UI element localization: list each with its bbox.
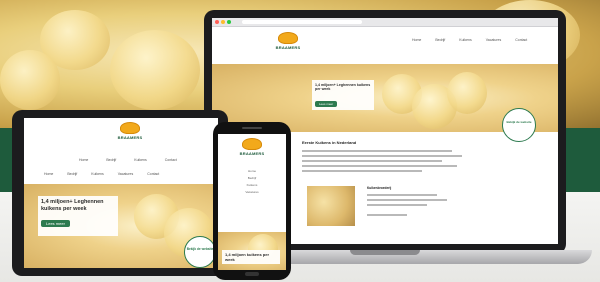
subnav-item[interactable]: Vacatures bbox=[118, 172, 134, 176]
text-line bbox=[367, 194, 437, 196]
hero-card: 1,4 miljoen kuikens per week bbox=[222, 250, 280, 264]
phone-nav: Home Bedrijf Kuikens Vacatures bbox=[244, 168, 260, 196]
brand-name: BRAAMERS bbox=[239, 151, 265, 156]
subnav-item[interactable]: Bedrijf bbox=[67, 172, 77, 176]
brand-name: BRAAMERS bbox=[117, 135, 143, 140]
hero-button[interactable]: Lees meer bbox=[41, 220, 70, 228]
chick-logo-icon bbox=[120, 122, 140, 134]
text-line bbox=[302, 165, 457, 167]
chick-blur bbox=[0, 50, 60, 110]
side-heading: Kuikenbroederij bbox=[367, 186, 392, 190]
hero-title: 1,4 miljoen+ Leghennen kuikens per week bbox=[315, 83, 371, 92]
site-logo[interactable]: BRAAMERS bbox=[114, 122, 146, 140]
text-line bbox=[302, 150, 452, 152]
nav-item-bedrijf[interactable]: Bedrijf bbox=[106, 158, 116, 162]
visit-website-badge[interactable]: Bekijk de website bbox=[184, 236, 216, 268]
close-dot-icon[interactable] bbox=[215, 20, 219, 24]
maximize-dot-icon[interactable] bbox=[227, 20, 231, 24]
subnav-item[interactable]: Contact bbox=[147, 172, 159, 176]
nav-item-bedrijf[interactable]: Bedrijf bbox=[244, 175, 260, 182]
nav-item-kuikens[interactable]: Kuikens bbox=[459, 38, 471, 42]
text-line bbox=[367, 214, 407, 216]
chicks-thumbnail bbox=[307, 186, 355, 226]
nav-item-contact[interactable]: Contact bbox=[165, 158, 177, 162]
hero-card: 1,4 miljoen+ Leghennen kuikens per week … bbox=[312, 80, 374, 110]
visit-website-badge[interactable]: Bekijk de website bbox=[502, 108, 536, 142]
text-line bbox=[302, 170, 422, 172]
tablet-nav: Home Bedrijf Kuikens Contact bbox=[79, 158, 177, 162]
nav-item-kuikens[interactable]: Kuikens bbox=[134, 158, 146, 162]
minimize-dot-icon[interactable] bbox=[221, 20, 225, 24]
subnav-item[interactable]: Home bbox=[44, 172, 53, 176]
section-heading: Eerste Kuikens in Nederland bbox=[302, 140, 357, 145]
laptop-notch bbox=[350, 250, 420, 255]
tablet-hero: 1,4 miljoen+ Leghennen kuikens per week … bbox=[24, 184, 218, 268]
nav-item-home[interactable]: Home bbox=[412, 38, 421, 42]
chick-blur bbox=[110, 30, 200, 110]
address-bar[interactable] bbox=[242, 20, 362, 24]
top-nav: Home Bedrijf Kuikens Vacatures Contact bbox=[412, 38, 527, 42]
chick-logo-icon bbox=[242, 138, 262, 150]
text-line bbox=[367, 204, 427, 206]
hero-title: 1,4 miljoen+ Leghennen kuikens per week bbox=[41, 199, 104, 212]
badge-label: Bekijk de website bbox=[186, 247, 214, 251]
subnav-item[interactable]: Kuikens bbox=[91, 172, 103, 176]
phone-hero: 1,4 miljoen kuikens per week bbox=[218, 232, 286, 270]
text-line bbox=[302, 160, 442, 162]
nav-item-kuikens[interactable]: Kuikens bbox=[244, 182, 260, 189]
home-button[interactable] bbox=[245, 272, 259, 276]
chick-logo-icon bbox=[278, 32, 298, 44]
hero-button[interactable]: Lees meer bbox=[315, 100, 338, 107]
nav-item-contact[interactable]: Contact bbox=[515, 38, 527, 42]
site-logo[interactable]: BRAAMERS bbox=[272, 32, 304, 50]
phone-speaker bbox=[242, 127, 262, 129]
text-line bbox=[302, 155, 462, 157]
chick-photo bbox=[447, 72, 487, 114]
site-logo[interactable]: BRAAMERS bbox=[236, 138, 268, 156]
tablet-screen: BRAAMERS Home Bedrijf Kuikens Contact Ho… bbox=[24, 118, 218, 268]
phone-screen: BRAAMERS Home Bedrijf Kuikens Vacatures … bbox=[218, 134, 286, 270]
nav-item-vacatures[interactable]: Vacatures bbox=[486, 38, 502, 42]
nav-item-home[interactable]: Home bbox=[79, 158, 88, 162]
badge-label: Bekijk de website bbox=[506, 120, 532, 124]
browser-toolbar bbox=[212, 18, 558, 27]
nav-item-vacatures[interactable]: Vacatures bbox=[244, 189, 260, 196]
brand-name: BRAAMERS bbox=[275, 45, 301, 50]
text-line bbox=[367, 199, 447, 201]
hero-card: 1,4 miljoen+ Leghennen kuikens per week … bbox=[38, 196, 118, 236]
nav-item-bedrijf[interactable]: Bedrijf bbox=[435, 38, 445, 42]
tablet-subnav: Home Bedrijf Kuikens Vacatures Contact bbox=[44, 172, 159, 176]
nav-item-home[interactable]: Home bbox=[244, 168, 260, 175]
hero-title: 1,4 miljoen kuikens per week bbox=[225, 252, 270, 262]
